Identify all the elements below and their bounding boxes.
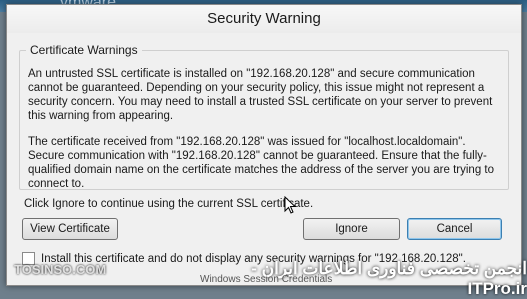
security-warning-dialog: Security Warning Certificate Warnings An… [6,4,522,286]
certificate-warnings-group: Certificate Warnings An untrusted SSL ce… [19,43,509,190]
mouse-cursor-icon [284,196,297,214]
cancel-button[interactable]: Cancel [407,218,502,240]
warning-text: An untrusted SSL certificate is installe… [28,67,500,203]
watermark-tosinso: TOSINSO.COM [14,262,107,277]
dialog-title: Security Warning [7,5,521,33]
ignore-instruction: Click Ignore to continue using the curre… [24,198,314,210]
background-status-text: Windows Session Credentials [200,274,333,285]
warning-paragraph-untrusted: An untrusted SSL certificate is installe… [28,68,493,122]
warning-paragraph-mismatch: The certificate received from "192.168.2… [28,136,495,190]
group-title: Certificate Warnings [26,43,142,57]
view-certificate-button[interactable]: View Certificate [22,218,118,240]
ignore-button[interactable]: Ignore [303,218,400,240]
